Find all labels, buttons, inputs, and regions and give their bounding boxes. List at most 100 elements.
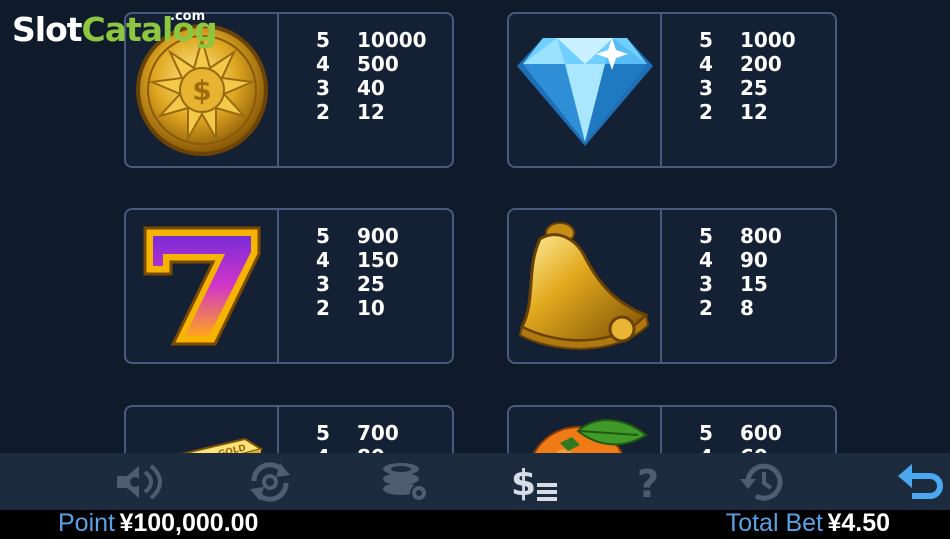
pay-row: 5 800 — [699, 224, 782, 248]
pay-count: 5 — [316, 28, 330, 52]
pay-row: 3 40 — [316, 76, 427, 100]
pay-row: 480 — [316, 445, 399, 453]
pay-row: 5 1000 — [699, 28, 796, 52]
pay-count: 5 — [699, 224, 713, 248]
pay-value: 80 — [357, 445, 385, 453]
history-button[interactable] — [736, 459, 788, 505]
symbol-cell: GOLD — [126, 407, 279, 453]
pay-row: 4 90 — [699, 248, 782, 272]
pay-list: 5 600 460 — [699, 421, 782, 453]
pay-row: 2 12 — [699, 100, 796, 124]
pay-row: 3 25 — [699, 76, 796, 100]
pay-count: 4 — [699, 445, 740, 453]
pay-count: 3 — [316, 272, 330, 296]
pay-list: 5 10000 4 500 3 40 2 12 — [316, 28, 427, 124]
svg-text:?: ? — [637, 462, 659, 503]
pay-row: 2 10 — [316, 296, 399, 320]
pay-list: 5 800 4 90 3 15 2 8 — [699, 224, 782, 320]
pay-count: 4 — [699, 52, 713, 76]
point-label: Point — [58, 509, 115, 537]
pay-value: 200 — [740, 52, 782, 76]
pay-row: 4 200 — [699, 52, 796, 76]
pay-value: 8 — [740, 296, 754, 320]
status-bar: Point ¥100,000.00 Total Bet ¥4.50 — [0, 509, 950, 539]
help-button[interactable]: ? — [622, 459, 674, 505]
pay-value: 60 — [740, 445, 768, 453]
pay-value: 25 — [740, 76, 768, 100]
pay-row: 5 600 — [699, 421, 782, 445]
pay-count: 3 — [699, 272, 713, 296]
pay-count: 5 — [699, 421, 713, 445]
paytable-card-diamond: 5 1000 4 200 3 25 2 12 — [507, 12, 837, 168]
paytable-card-gold-bar: GOLD 5 700 480 — [124, 405, 454, 453]
symbol-cell — [509, 14, 662, 166]
bell-icon — [518, 222, 649, 350]
chip-settings-button[interactable] — [378, 459, 430, 505]
pay-row: 5 700 — [316, 421, 399, 445]
watermark-part1: Slot — [12, 10, 83, 49]
paytable-card-orange: 5 600 460 — [507, 405, 837, 453]
pay-row: 3 15 — [699, 272, 782, 296]
symbol-cell — [509, 407, 662, 453]
pay-value: 15 — [740, 272, 768, 296]
svg-text:$: $ — [192, 74, 211, 107]
autoplay-button[interactable] — [244, 459, 296, 505]
pay-list: 5 900 4 150 3 25 2 10 — [316, 224, 399, 320]
paytable-button[interactable]: $ — [508, 459, 560, 505]
pay-value: 600 — [740, 421, 782, 445]
pay-row: 460 — [699, 445, 782, 453]
pay-value: 40 — [357, 76, 385, 100]
pay-row: 3 25 — [316, 272, 399, 296]
seven-icon — [143, 226, 260, 346]
pay-value: 700 — [357, 421, 399, 445]
pay-count: 3 — [699, 76, 713, 100]
diamond-icon — [516, 38, 653, 146]
pay-value: 500 — [357, 52, 399, 76]
pay-value: 800 — [740, 224, 782, 248]
pay-count: 2 — [699, 296, 713, 320]
pay-count: 5 — [316, 224, 330, 248]
pay-value: 90 — [740, 248, 768, 272]
paytable-icon: $ — [511, 463, 557, 503]
pay-value: 150 — [357, 248, 399, 272]
back-button[interactable] — [894, 459, 946, 505]
symbol-cell — [126, 210, 279, 362]
pay-row: 4 500 — [316, 52, 427, 76]
sound-icon — [117, 464, 162, 500]
pay-count: 2 — [316, 296, 330, 320]
autoplay-icon — [250, 462, 290, 502]
pay-count: 3 — [316, 76, 330, 100]
pay-row: 5 10000 — [316, 28, 427, 52]
paytable-panel[interactable]: $ 5 10000 4 500 3 40 2 12 5 1000 4 200 3… — [0, 0, 950, 453]
history-icon — [740, 463, 783, 501]
symbol-cell — [509, 210, 662, 362]
pay-count: 4 — [316, 52, 330, 76]
pay-value: 25 — [357, 272, 385, 296]
point-value: ¥100,000.00 — [119, 509, 259, 537]
pay-count: 5 — [699, 28, 713, 52]
watermark-suffix: .com — [170, 9, 206, 24]
back-icon — [898, 464, 943, 499]
slotcatalog-watermark: SlotCatalog .com — [12, 9, 218, 49]
paytable-card-bell: 5 800 4 90 3 15 2 8 — [507, 208, 837, 364]
pay-count: 4 — [316, 445, 357, 453]
pay-count: 4 — [699, 248, 713, 272]
pay-row: 2 12 — [316, 100, 427, 124]
pay-value: 900 — [357, 224, 399, 248]
total-bet-value: ¥4.50 — [827, 509, 890, 537]
total-bet-label: Total Bet — [725, 509, 823, 537]
chip-settings-icon — [383, 463, 428, 502]
pay-row: 5 900 — [316, 224, 399, 248]
balance-display: Point ¥100,000.00 — [58, 509, 258, 538]
total-bet-display: Total Bet ¥4.50 — [726, 509, 890, 538]
pay-count: 2 — [699, 100, 713, 124]
pay-count: 5 — [316, 421, 330, 445]
paytable-card-seven: 5 900 4 150 3 25 2 10 — [124, 208, 454, 364]
pay-list: 5 700 480 — [316, 421, 399, 453]
pay-list: 5 1000 4 200 3 25 2 12 — [699, 28, 796, 124]
pay-value: 12 — [740, 100, 768, 124]
bottom-toolbar: $ ? — [0, 453, 950, 510]
sound-button[interactable] — [112, 459, 164, 505]
pay-count: 4 — [316, 248, 330, 272]
pay-row: 4 150 — [316, 248, 399, 272]
